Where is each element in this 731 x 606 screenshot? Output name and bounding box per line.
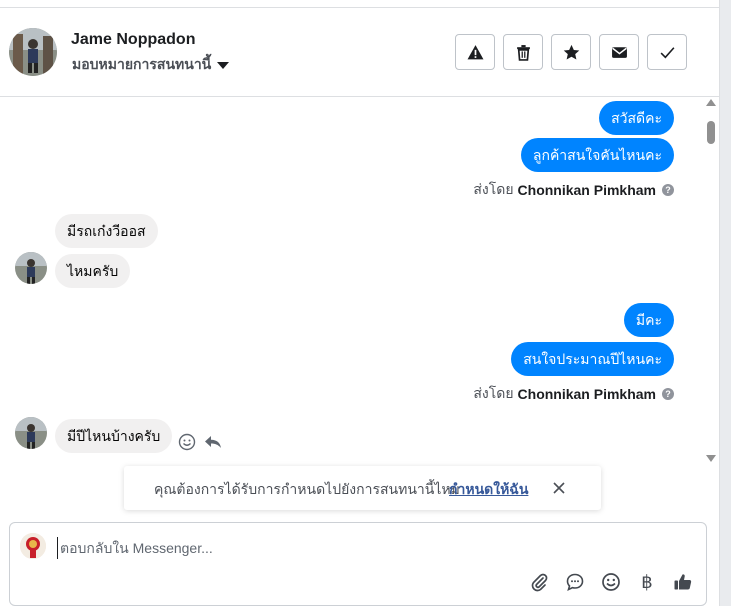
assign-suggestion-banner: คุณต้องการได้รับการกำหนดไปยังการสนทนานี้… <box>124 466 601 510</box>
top-strip <box>0 0 719 8</box>
warning-icon <box>467 44 483 59</box>
check-icon <box>660 46 674 58</box>
incoming-message: มีรถเก๋งวีออส <box>55 214 158 248</box>
attach-button[interactable] <box>528 571 550 593</box>
envelope-icon <box>611 46 627 58</box>
composer-toolbar: ฿ <box>528 571 694 593</box>
help-icon[interactable]: ? <box>662 388 674 400</box>
assign-to-me-link[interactable]: กำหนดให้ฉัน <box>449 479 528 501</box>
contact-avatar[interactable] <box>9 28 57 76</box>
emoji-icon <box>602 573 620 591</box>
sent-by-prefix: ส่งโดย <box>473 385 514 401</box>
react-emoji-icon[interactable] <box>178 433 196 451</box>
banner-text: คุณต้องการได้รับการกำหนดไปยังการสนทนานี้… <box>154 481 460 497</box>
reply-input[interactable] <box>57 537 657 559</box>
scroll-down-arrow-icon[interactable] <box>706 455 716 462</box>
assign-dropdown[interactable]: มอบหมายการสนทนานี้ <box>72 54 230 76</box>
emoji-button[interactable] <box>600 571 622 593</box>
sent-by-prefix: ส่งโดย <box>473 181 514 197</box>
chat-bubble-icon <box>566 573 584 591</box>
sent-by-label: ส่งโดย Chonnikan Pimkham ? <box>473 383 674 405</box>
message-actions <box>178 433 222 451</box>
trash-icon <box>516 44 530 61</box>
star-button[interactable] <box>551 34 591 70</box>
outgoing-message: สนใจประมาณปีไหนคะ <box>511 342 674 376</box>
right-edge <box>719 0 731 606</box>
baht-icon: ฿ <box>641 571 653 593</box>
reply-composer: ฿ <box>9 522 707 606</box>
conversation-header: Jame Noppadon มอบหมายการสนทนานี้ <box>0 8 719 97</box>
mark-unread-button[interactable] <box>599 34 639 70</box>
scroll-up-arrow-icon[interactable] <box>706 99 716 106</box>
sent-by-label: ส่งโดย Chonnikan Pimkham ? <box>473 179 674 201</box>
report-button[interactable] <box>455 34 495 70</box>
assign-label: มอบหมายการสนทนานี้ <box>72 56 212 72</box>
reply-icon[interactable] <box>204 433 222 451</box>
scrollbar-thumb[interactable] <box>707 121 715 144</box>
incoming-message: มีปีไหนบ้างครับ <box>55 419 173 453</box>
help-icon[interactable]: ? <box>662 184 674 196</box>
saved-replies-button[interactable] <box>564 571 586 593</box>
caret-down-icon <box>217 61 230 69</box>
payment-button[interactable]: ฿ <box>636 571 658 593</box>
sent-by-agent: Chonnikan Pimkham <box>517 386 656 402</box>
outgoing-message: ลูกค้าสนใจคันไหนคะ <box>520 138 674 172</box>
mark-done-button[interactable] <box>647 34 687 70</box>
thumbs-up-icon <box>674 574 692 590</box>
delete-button[interactable] <box>503 34 543 70</box>
sent-by-agent: Chonnikan Pimkham <box>517 182 656 198</box>
close-icon[interactable] <box>551 480 567 496</box>
like-button[interactable] <box>672 571 694 593</box>
outgoing-message: มีคะ <box>623 303 674 337</box>
outgoing-message: สวัสดีคะ <box>599 101 674 135</box>
incoming-message: ไหมครับ <box>55 254 131 288</box>
contact-name: Jame Noppadon <box>71 31 196 48</box>
contact-avatar-small <box>15 417 47 449</box>
paperclip-icon <box>531 573 548 592</box>
contact-avatar-small <box>15 252 47 284</box>
star-icon <box>563 44 579 60</box>
page-avatar <box>20 533 46 559</box>
message-list[interactable]: สวัสดีคะ ลูกค้าสนใจคันไหนคะ ส่งโดย Chonn… <box>0 97 719 512</box>
